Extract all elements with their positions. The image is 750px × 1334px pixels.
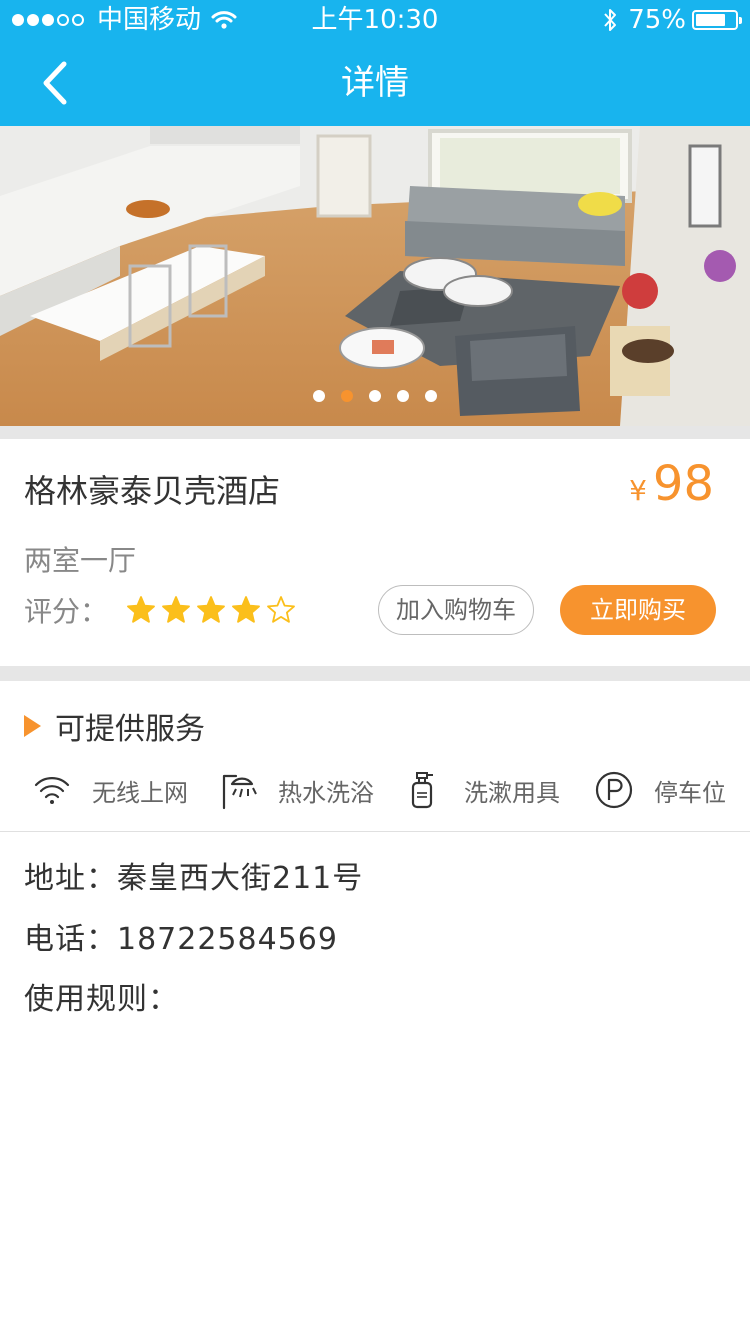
battery-percent: 75% (628, 5, 686, 35)
toiletries-icon (411, 772, 433, 809)
carousel-dot[interactable] (425, 390, 437, 402)
page-title: 详情 (341, 63, 409, 103)
carousel-dot[interactable] (369, 390, 381, 402)
service-label: 无线上网 (92, 778, 188, 807)
service-label: 洗漱用具 (464, 778, 560, 807)
usage-rules-label: 使用规则： (24, 982, 179, 1017)
status-right: 75% (602, 0, 742, 40)
carousel-dot[interactable] (397, 390, 409, 402)
section-separator (0, 426, 750, 439)
battery-icon (692, 10, 742, 30)
star-filled-icon (197, 596, 225, 623)
service-item-parking: 停车位 (594, 764, 726, 816)
star-filled-icon (127, 596, 155, 623)
price-value: 98 (652, 456, 714, 512)
rating-stars (126, 595, 301, 625)
service-label: 停车位 (654, 778, 726, 807)
star-filled-icon (232, 596, 260, 623)
status-bar: 中国移动 上午10:30 75% (0, 0, 750, 40)
parking-icon (595, 771, 633, 809)
services-heading: 可提供服务 (24, 704, 205, 748)
currency-symbol: ¥ (629, 474, 647, 507)
room-type: 两室一厅 (24, 544, 137, 577)
star-filled-icon (162, 596, 190, 623)
service-item-shower: 热水洗浴 (218, 764, 374, 816)
rating-label: 评分： (24, 595, 109, 628)
carousel-dot[interactable] (313, 390, 325, 402)
section-separator (0, 666, 750, 681)
add-to-cart-button[interactable]: 加入购物车 (378, 585, 534, 635)
rating-row: 评分： (24, 590, 301, 630)
carousel-indicators (0, 390, 750, 402)
room-photo (0, 126, 750, 426)
buy-now-button[interactable]: 立即购买 (560, 585, 716, 635)
star-empty-icon (267, 596, 295, 623)
wifi-icon (34, 777, 70, 804)
service-item-wifi: 无线上网 (32, 764, 188, 816)
address-text: 地址：秦皇西大街211号 (24, 861, 364, 896)
phone-text: 电话：18722584569 (24, 922, 338, 957)
service-label: 热水洗浴 (278, 778, 374, 807)
price: ¥ 98 (629, 456, 714, 512)
service-item-toiletries: 洗漱用具 (404, 764, 560, 816)
divider (0, 831, 750, 832)
services-list: 无线上网 热水洗浴 洗漱用具 停车位 (0, 764, 750, 816)
triangle-bullet-icon (24, 715, 41, 737)
hotel-name: 格林豪泰贝壳酒店 (24, 472, 281, 510)
carousel-dot[interactable] (341, 390, 353, 402)
shower-icon (222, 774, 257, 810)
services-title: 可提供服务 (55, 712, 205, 747)
photo-carousel[interactable] (0, 126, 750, 426)
bluetooth-icon (604, 9, 617, 31)
top-bar: 中国移动 上午10:30 75% 详情 (0, 0, 750, 126)
navigation-bar: 详情 (0, 40, 750, 126)
